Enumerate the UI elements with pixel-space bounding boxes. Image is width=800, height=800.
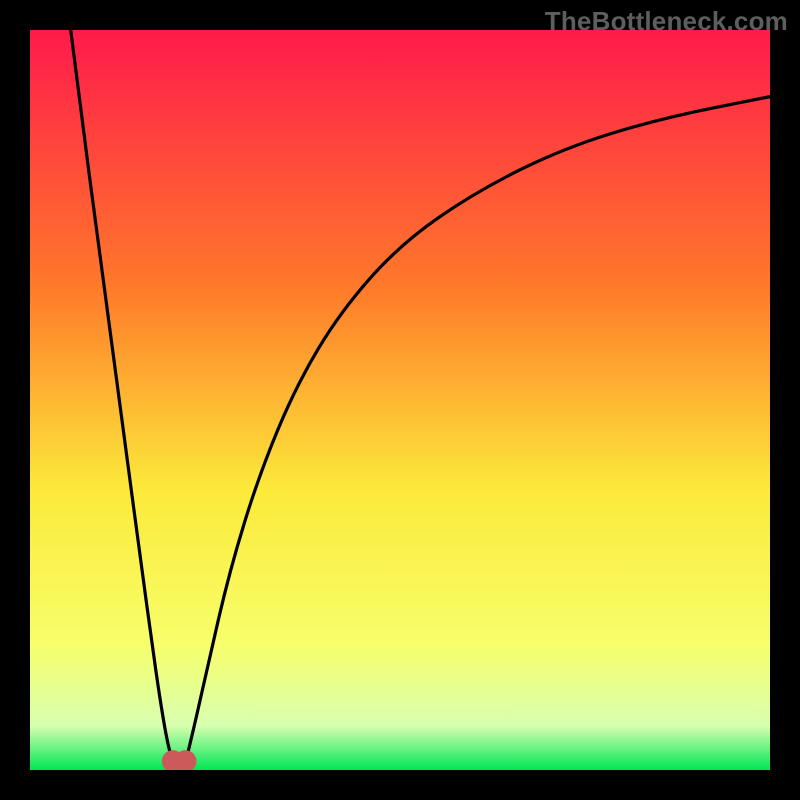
gradient-background bbox=[30, 30, 770, 770]
watermark-text: TheBottleneck.com bbox=[545, 6, 788, 37]
plot-svg bbox=[30, 30, 770, 770]
chart-frame: TheBottleneck.com bbox=[0, 0, 800, 800]
plot-area bbox=[30, 30, 770, 770]
